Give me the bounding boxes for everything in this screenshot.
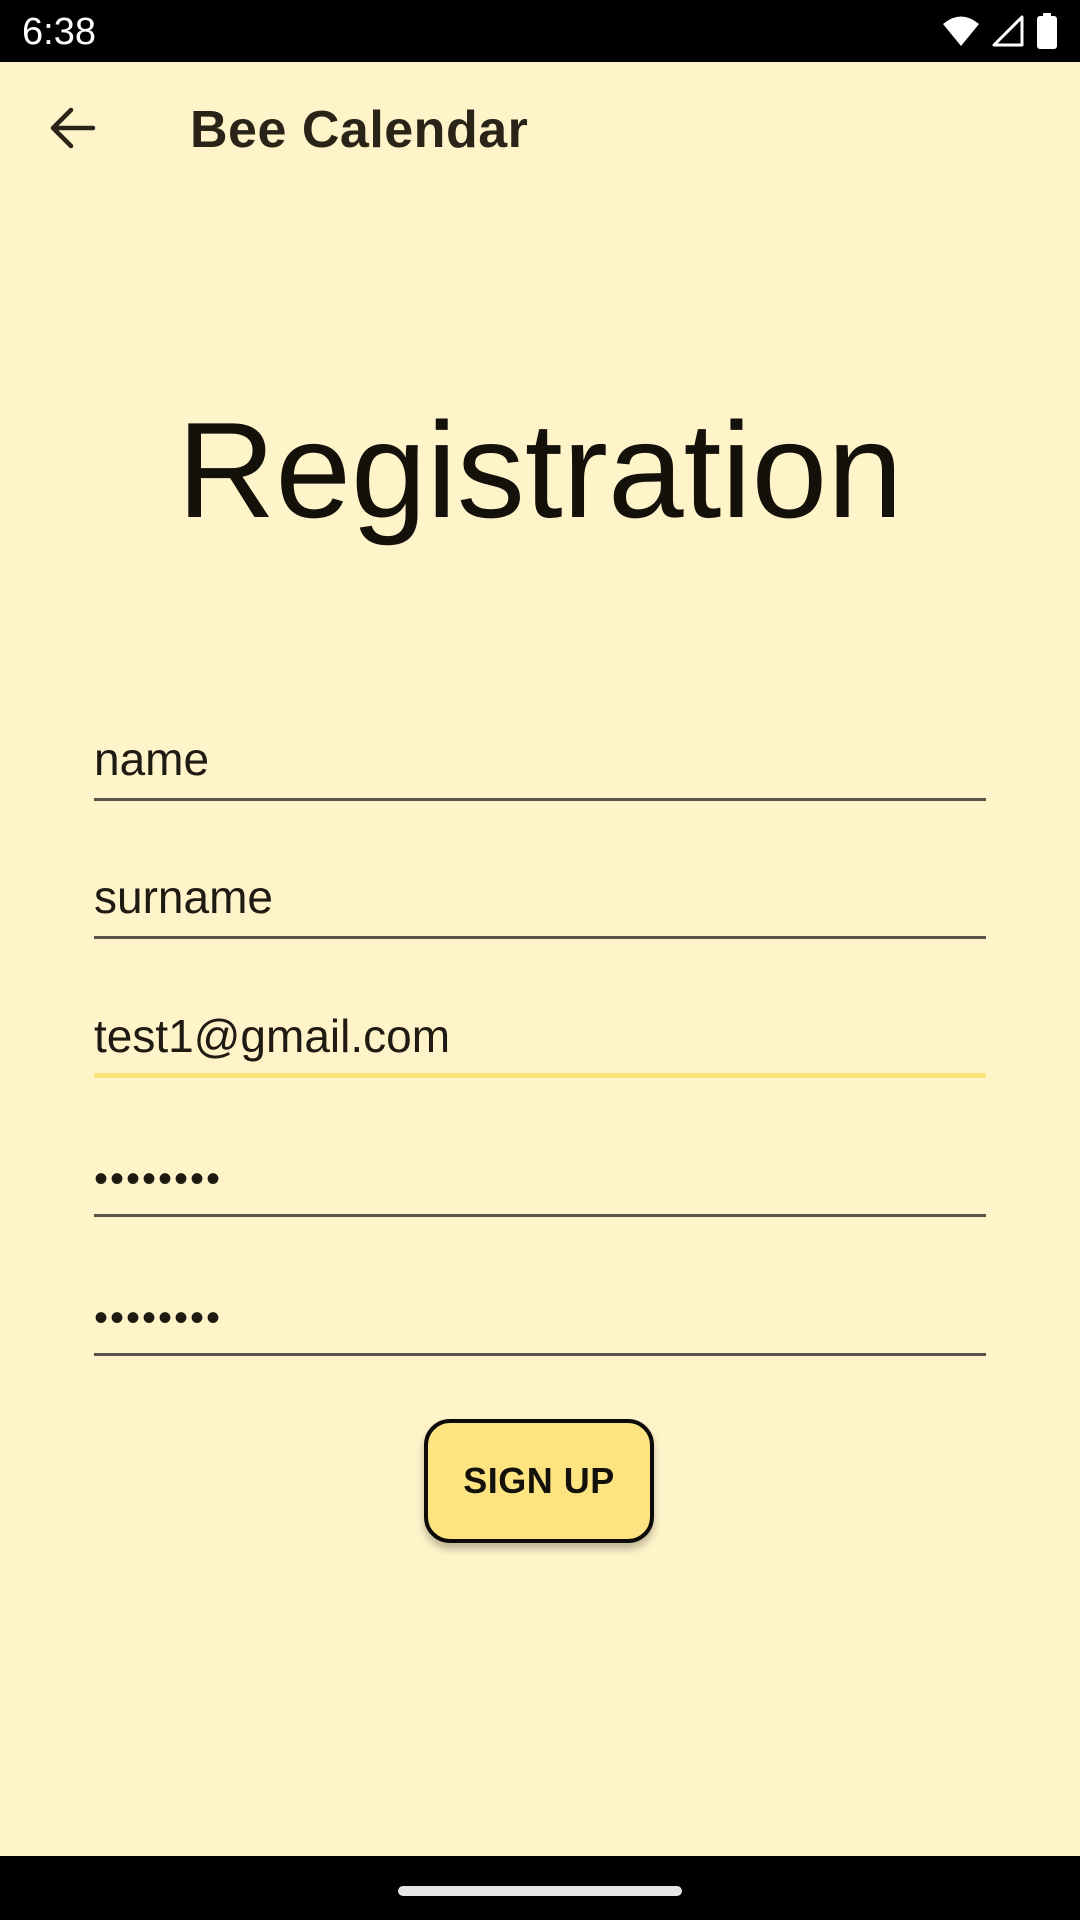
wifi-icon [942,15,980,47]
arrow-back-icon [49,106,97,155]
status-time: 6:38 [22,11,96,53]
confirm-password-field-value: •••••••• [94,1296,223,1340]
app-title: Bee Calendar [190,101,529,159]
home-gesture-handle[interactable] [398,1886,682,1896]
name-field-value: name [94,733,210,785]
name-field-underline [94,798,986,801]
cell-signal-icon [992,15,1024,47]
name-field[interactable]: name [94,701,986,801]
page-title: Registration [177,394,903,546]
surname-field-value: surname [94,871,273,923]
surname-field-underline [94,936,986,939]
sign-up-button[interactable]: SIGN UP [424,1419,654,1543]
password-field[interactable]: •••••••• [94,1117,986,1217]
surname-field[interactable]: surname [94,839,986,939]
battery-icon [1036,13,1058,49]
status-icons [942,12,1058,50]
registration-screen: 6:38 Bee Calendar Registration name surn… [0,0,1080,1920]
email-field-underline [94,1073,986,1078]
navigation-bar [0,1856,1080,1920]
back-button[interactable] [30,92,116,168]
app-bar: Bee Calendar [0,62,1080,198]
password-field-value: •••••••• [94,1157,223,1201]
confirm-password-field[interactable]: •••••••• [94,1256,986,1356]
email-field-value: test1@gmail.com [94,1010,451,1062]
status-bar: 6:38 [0,0,1080,62]
password-field-underline [94,1214,986,1217]
confirm-password-field-underline [94,1353,986,1356]
email-field[interactable]: test1@gmail.com [94,978,986,1078]
